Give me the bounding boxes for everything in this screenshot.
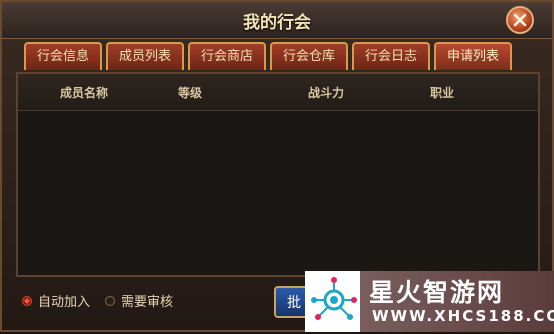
application-table: 成员名称 等级 战斗力 职业	[16, 72, 540, 277]
tab-bar: 行会信息 成员列表 行会商店 行会仓库 行会日志 申请列表	[24, 42, 512, 72]
auto-join-label: 自动加入	[38, 295, 91, 310]
radio-unselected-icon	[105, 295, 115, 306]
column-level: 等级	[178, 86, 203, 100]
table-header: 成员名称 等级 战斗力 职业	[18, 74, 538, 111]
tab-guild-shop[interactable]: 行会商店	[188, 42, 266, 70]
column-power: 战斗力	[308, 86, 345, 100]
column-class: 职业	[430, 86, 455, 100]
auto-join-radio[interactable]: 自动加入	[22, 291, 90, 310]
network-logo-icon	[311, 277, 357, 320]
close-icon	[513, 13, 527, 27]
radio-selected-icon	[22, 295, 32, 306]
close-button[interactable]	[506, 6, 534, 34]
tab-guild-info[interactable]: 行会信息	[24, 42, 102, 70]
column-member-name: 成员名称	[60, 86, 109, 100]
tab-application-list[interactable]: 申请列表	[434, 42, 512, 70]
tab-guild-warehouse[interactable]: 行会仓库	[270, 42, 348, 70]
window-title: 我的行会	[243, 13, 311, 33]
watermark-url: WWW.XHCS188.COM	[372, 307, 554, 325]
require-review-label: 需要审核	[121, 295, 174, 310]
titlebar: 我的行会	[2, 2, 552, 39]
tab-member-list[interactable]: 成员列表	[106, 42, 184, 70]
tab-guild-log[interactable]: 行会日志	[352, 42, 430, 70]
watermark-title: 星火智游网	[369, 278, 505, 307]
require-review-radio[interactable]: 需要审核	[105, 291, 173, 310]
site-watermark: 星火智游网 WWW.XHCS188.COM	[305, 271, 554, 332]
